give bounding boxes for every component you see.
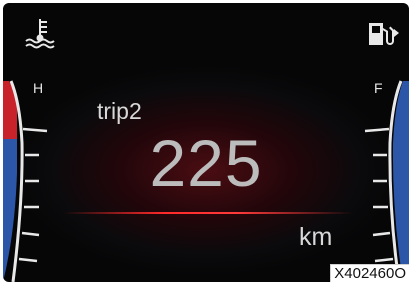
trip-distance-value: 225 — [149, 126, 263, 200]
fuel-full-label: F — [374, 80, 383, 96]
figure-code-label: X402460O — [330, 264, 409, 282]
distance-unit: km — [299, 223, 333, 251]
fuel-pump-icon — [369, 23, 399, 45]
temperature-high-label: H — [33, 80, 44, 96]
red-accent-line — [63, 212, 353, 214]
instrument-cluster-display: H F trip2 225 km — [3, 3, 409, 282]
trip-label: trip2 — [97, 98, 142, 124]
coolant-temperature-icon — [25, 19, 55, 49]
